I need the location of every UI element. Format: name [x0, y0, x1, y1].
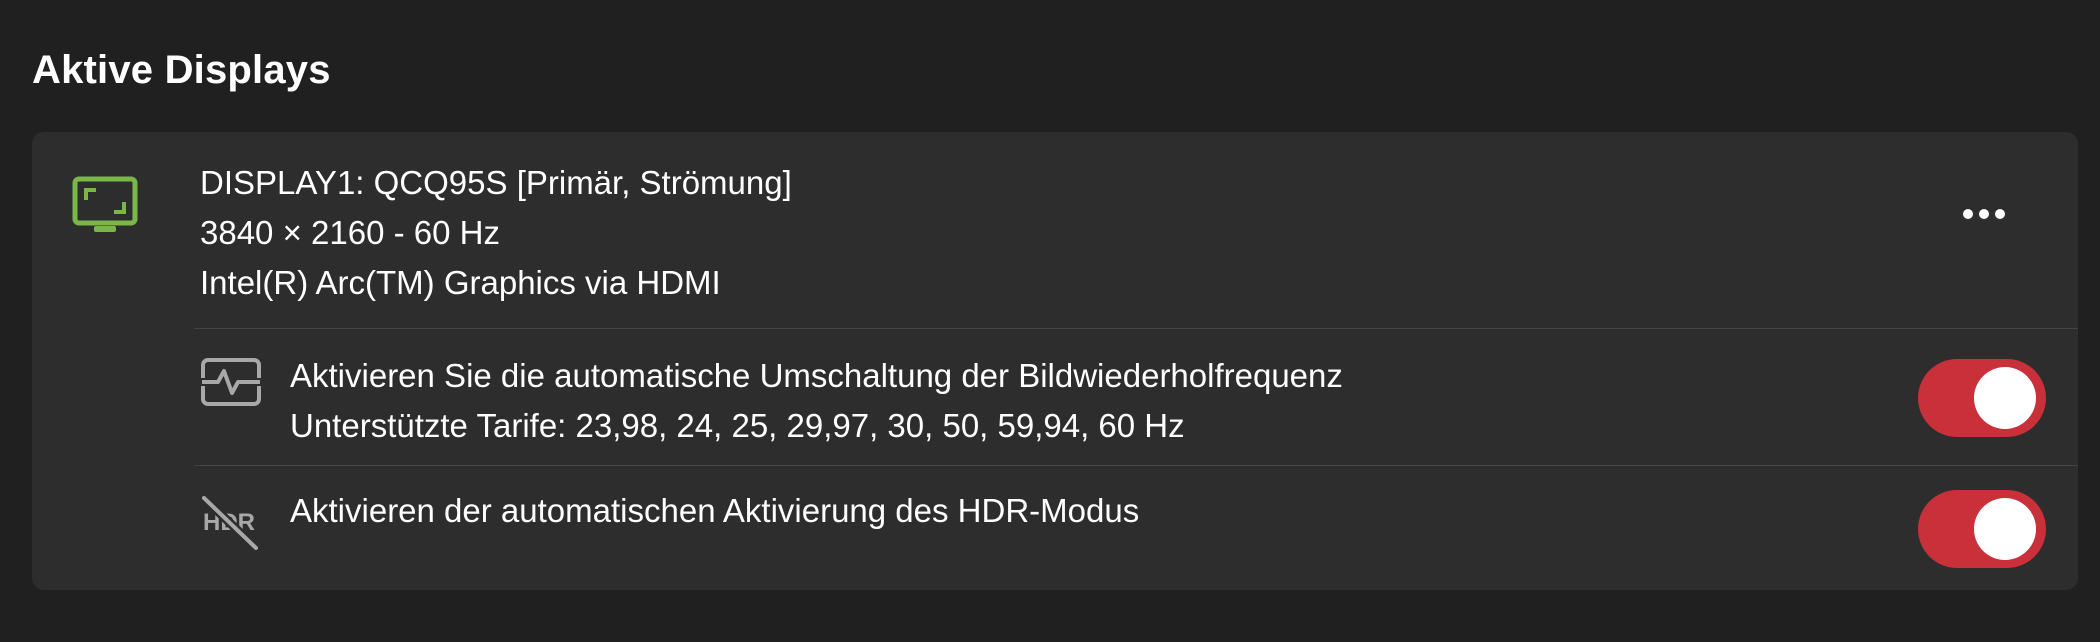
- display-adapter: Intel(R) Arc(TM) Graphics via HDMI: [200, 264, 721, 301]
- setting-sublabel: Unterstützte Tarife: 23,98, 24, 25, 29,9…: [290, 407, 1185, 444]
- refresh-rate-icon: [200, 357, 262, 415]
- more-horizontal-icon: [1963, 209, 2005, 219]
- display-resolution: 3840 × 2160 - 60 Hz: [200, 214, 500, 251]
- display-info: DISPLAY1: QCQ95S [Primär, Strömung] 3840…: [200, 158, 792, 308]
- setting-label: Aktivieren Sie die automatische Umschalt…: [290, 357, 1343, 394]
- setting-text: Aktivieren Sie die automatische Umschalt…: [290, 351, 1343, 451]
- more-options-button[interactable]: [1954, 194, 2014, 234]
- setting-row-hdr: HDR Aktivieren der automatischen Aktivie…: [32, 466, 2078, 590]
- display-name: DISPLAY1: QCQ95S [Primär, Strömung]: [200, 164, 792, 201]
- hdr-off-icon: HDR: [200, 494, 262, 552]
- section-title: Aktive Displays: [32, 48, 331, 92]
- monitor-icon: [72, 176, 138, 234]
- setting-row-refresh-rate: Aktivieren Sie die automatische Umschalt…: [32, 329, 2078, 467]
- toggle-knob: [1974, 367, 2036, 429]
- hdr-toggle[interactable]: [1918, 490, 2046, 568]
- display-row: DISPLAY1: QCQ95S [Primär, Strömung] 3840…: [32, 132, 2078, 328]
- setting-label: Aktivieren der automatischen Aktivierung…: [290, 492, 1140, 529]
- toggle-knob: [1974, 498, 2036, 560]
- display-card: DISPLAY1: QCQ95S [Primär, Strömung] 3840…: [32, 132, 2078, 590]
- refresh-rate-toggle[interactable]: [1918, 359, 2046, 437]
- setting-text: Aktivieren der automatischen Aktivierung…: [290, 486, 1139, 536]
